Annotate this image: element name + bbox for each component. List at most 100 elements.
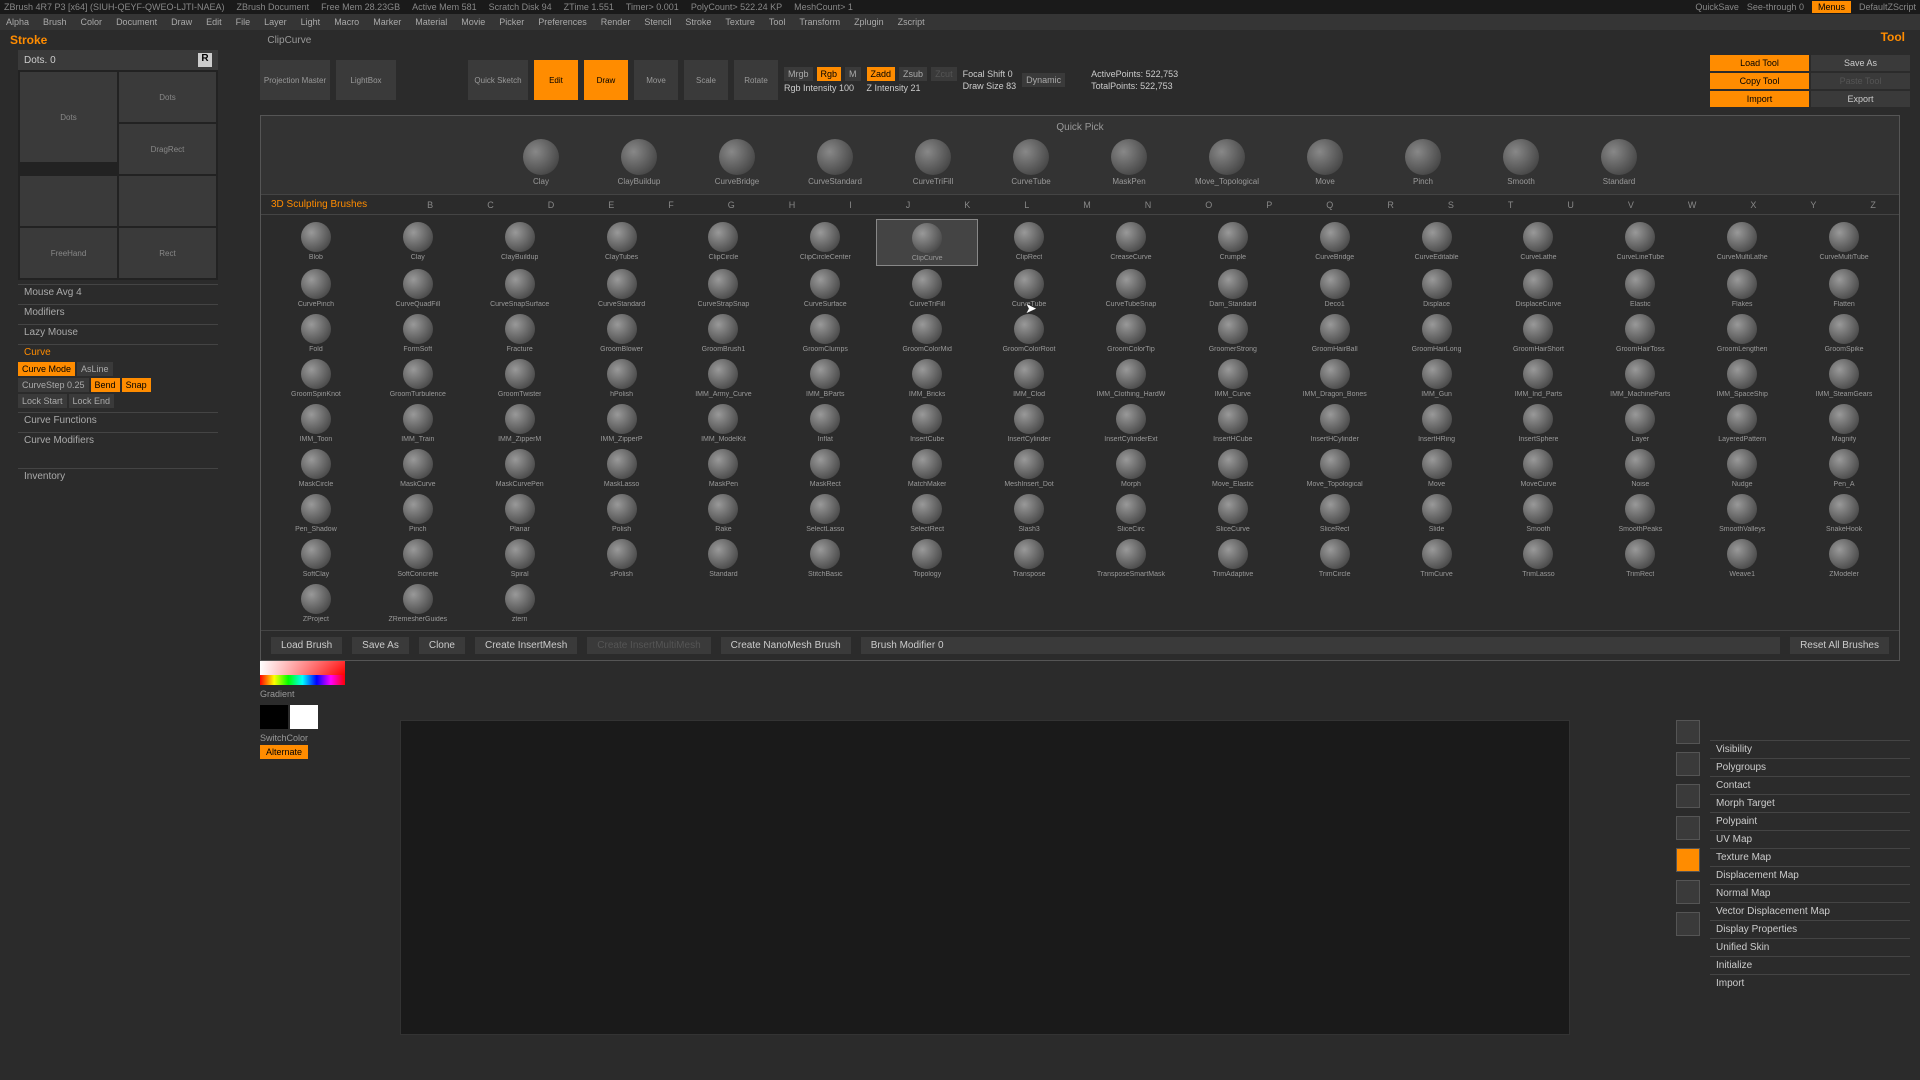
focal-shift-slider[interactable]: Focal Shift 0 (963, 69, 1013, 79)
quickpick-claybuildup[interactable]: ClayBuildup (604, 139, 674, 186)
menu-draw[interactable]: Draw (171, 17, 192, 27)
bend-button[interactable]: Bend (91, 378, 120, 392)
brush-magnify[interactable]: Magnify (1793, 401, 1895, 446)
brush-polish[interactable]: Polish (571, 491, 673, 536)
brush-deco1[interactable]: Deco1 (1284, 266, 1386, 311)
stroke-dots[interactable]: Dots (119, 72, 216, 122)
brush-imm-clothing-hardw[interactable]: IMM_Clothing_HardW (1080, 356, 1182, 401)
brush-curvebridge[interactable]: CurveBridge (1284, 219, 1386, 266)
brush-masklasso[interactable]: MaskLasso (571, 446, 673, 491)
brush-dam-standard[interactable]: Dam_Standard (1182, 266, 1284, 311)
curve-mode-button[interactable]: Curve Mode (18, 362, 75, 376)
brush-softclay[interactable]: SoftClay (265, 536, 367, 581)
brush-trimcircle[interactable]: TrimCircle (1284, 536, 1386, 581)
quickpick-standard[interactable]: Standard (1584, 139, 1654, 186)
brush-curvemultitube[interactable]: CurveMultiTube (1793, 219, 1895, 266)
rotate-button[interactable]: Rotate (734, 60, 778, 100)
brush-imm-toon[interactable]: IMM_Toon (265, 401, 367, 446)
brush-spolish[interactable]: sPolish (571, 536, 673, 581)
brush-topology[interactable]: Topology (876, 536, 978, 581)
menu-marker[interactable]: Marker (373, 17, 401, 27)
brush-zremesherguides[interactable]: ZRemesherGuides (367, 581, 469, 626)
brush-formsoft[interactable]: FormSoft (367, 311, 469, 356)
brush-flakes[interactable]: Flakes (1691, 266, 1793, 311)
lock-end-button[interactable]: Lock End (69, 394, 115, 408)
brush-softconcrete[interactable]: SoftConcrete (367, 536, 469, 581)
menus-button[interactable]: Menus (1812, 1, 1851, 13)
brush-planar[interactable]: Planar (469, 491, 571, 536)
tool-section-normal-map[interactable]: Normal Map (1710, 884, 1910, 902)
tool-section-vector-displacement-map[interactable]: Vector Displacement Map (1710, 902, 1910, 920)
quick-sketch-button[interactable]: Quick Sketch (468, 60, 528, 100)
menu-alpha[interactable]: Alpha (6, 17, 29, 27)
brush-imm-dragon-bones[interactable]: IMM_Dragon_Bones (1284, 356, 1386, 401)
tool-section-morph-target[interactable]: Morph Target (1710, 794, 1910, 812)
zadd-button[interactable]: Zadd (867, 67, 896, 81)
alpha-filter-p[interactable]: P (1266, 200, 1272, 210)
brush-clipcurve[interactable]: ClipCurve (876, 219, 978, 266)
brush-zmodeler[interactable]: ZModeler (1793, 536, 1895, 581)
alpha-filter-w[interactable]: W (1688, 200, 1697, 210)
import-button[interactable]: Import (1710, 91, 1809, 107)
brush-groombrush1[interactable]: GroomBrush1 (673, 311, 775, 356)
lightbox-button[interactable]: LightBox (336, 60, 396, 100)
brush-imm-zipperp[interactable]: IMM_ZipperP (571, 401, 673, 446)
brush-imm-steamgears[interactable]: IMM_SteamGears (1793, 356, 1895, 401)
tool-section-initialize[interactable]: Initialize (1710, 956, 1910, 974)
brush-zproject[interactable]: ZProject (265, 581, 367, 626)
alpha-filter-v[interactable]: V (1628, 200, 1634, 210)
brush-smooth[interactable]: Smooth (1488, 491, 1590, 536)
r-button[interactable]: R (198, 53, 212, 67)
brush-trimrect[interactable]: TrimRect (1589, 536, 1691, 581)
menu-tool[interactable]: Tool (769, 17, 786, 27)
quickpick-curvebridge[interactable]: CurveBridge (702, 139, 772, 186)
stroke-rect[interactable]: Rect (119, 228, 216, 278)
brush-trimcurve[interactable]: TrimCurve (1386, 536, 1488, 581)
curve-modifiers-section[interactable]: Curve Modifiers (18, 432, 218, 448)
brush-cliprect[interactable]: ClipRect (978, 219, 1080, 266)
alpha-filter-g[interactable]: G (728, 200, 735, 210)
save-as-tool-button[interactable]: Save As (1811, 55, 1910, 71)
brush-trimlasso[interactable]: TrimLasso (1488, 536, 1590, 581)
reset-brushes-button[interactable]: Reset All Brushes (1790, 637, 1889, 654)
quickpick-maskpen[interactable]: MaskPen (1094, 139, 1164, 186)
persp-icon[interactable] (1676, 848, 1700, 872)
brush-trimadaptive[interactable]: TrimAdaptive (1182, 536, 1284, 581)
menu-file[interactable]: File (236, 17, 251, 27)
brush-move[interactable]: Move (1386, 446, 1488, 491)
alpha-filter-b[interactable]: B (427, 200, 433, 210)
projection-master-button[interactable]: Projection Master (260, 60, 330, 100)
alpha-filter-u[interactable]: U (1567, 200, 1574, 210)
brush-flatten[interactable]: Flatten (1793, 266, 1895, 311)
menu-edit[interactable]: Edit (206, 17, 222, 27)
brush-pen-a[interactable]: Pen_A (1793, 446, 1895, 491)
switch-color-button[interactable]: SwitchColor (260, 733, 345, 743)
menu-stencil[interactable]: Stencil (644, 17, 671, 27)
mouse-avg-slider[interactable]: Mouse Avg 4 (18, 284, 218, 300)
m-button[interactable]: M (845, 67, 861, 81)
tool-section-polypaint[interactable]: Polypaint (1710, 812, 1910, 830)
stroke-dots-large[interactable]: Dots (20, 72, 117, 162)
tool-section-displacement-map[interactable]: Displacement Map (1710, 866, 1910, 884)
menu-movie[interactable]: Movie (461, 17, 485, 27)
brush-inserthcylinder[interactable]: InsertHCylinder (1284, 401, 1386, 446)
asline-button[interactable]: AsLine (77, 362, 113, 376)
menu-zplugin[interactable]: Zplugin (854, 17, 884, 27)
alpha-filter-z[interactable]: Z (1870, 200, 1876, 210)
dynamic-button[interactable]: Dynamic (1022, 73, 1065, 87)
load-tool-button[interactable]: Load Tool (1710, 55, 1809, 71)
brush-slicerect[interactable]: SliceRect (1284, 491, 1386, 536)
menu-macro[interactable]: Macro (334, 17, 359, 27)
menu-picker[interactable]: Picker (499, 17, 524, 27)
brush-maskrect[interactable]: MaskRect (774, 446, 876, 491)
brush-curvetrifill[interactable]: CurveTriFill (876, 266, 978, 311)
alpha-filter-o[interactable]: O (1205, 200, 1212, 210)
quickpick-move_topological[interactable]: Move_Topological (1192, 139, 1262, 186)
brush-groomerstrong[interactable]: GroomerStrong (1182, 311, 1284, 356)
brush-maskcircle[interactable]: MaskCircle (265, 446, 367, 491)
tool-section-display-properties[interactable]: Display Properties (1710, 920, 1910, 938)
brush-curvepinch[interactable]: CurvePinch (265, 266, 367, 311)
alpha-filter-q[interactable]: Q (1326, 200, 1333, 210)
brush-groomhairlong[interactable]: GroomHairLong (1386, 311, 1488, 356)
brush-noise[interactable]: Noise (1589, 446, 1691, 491)
